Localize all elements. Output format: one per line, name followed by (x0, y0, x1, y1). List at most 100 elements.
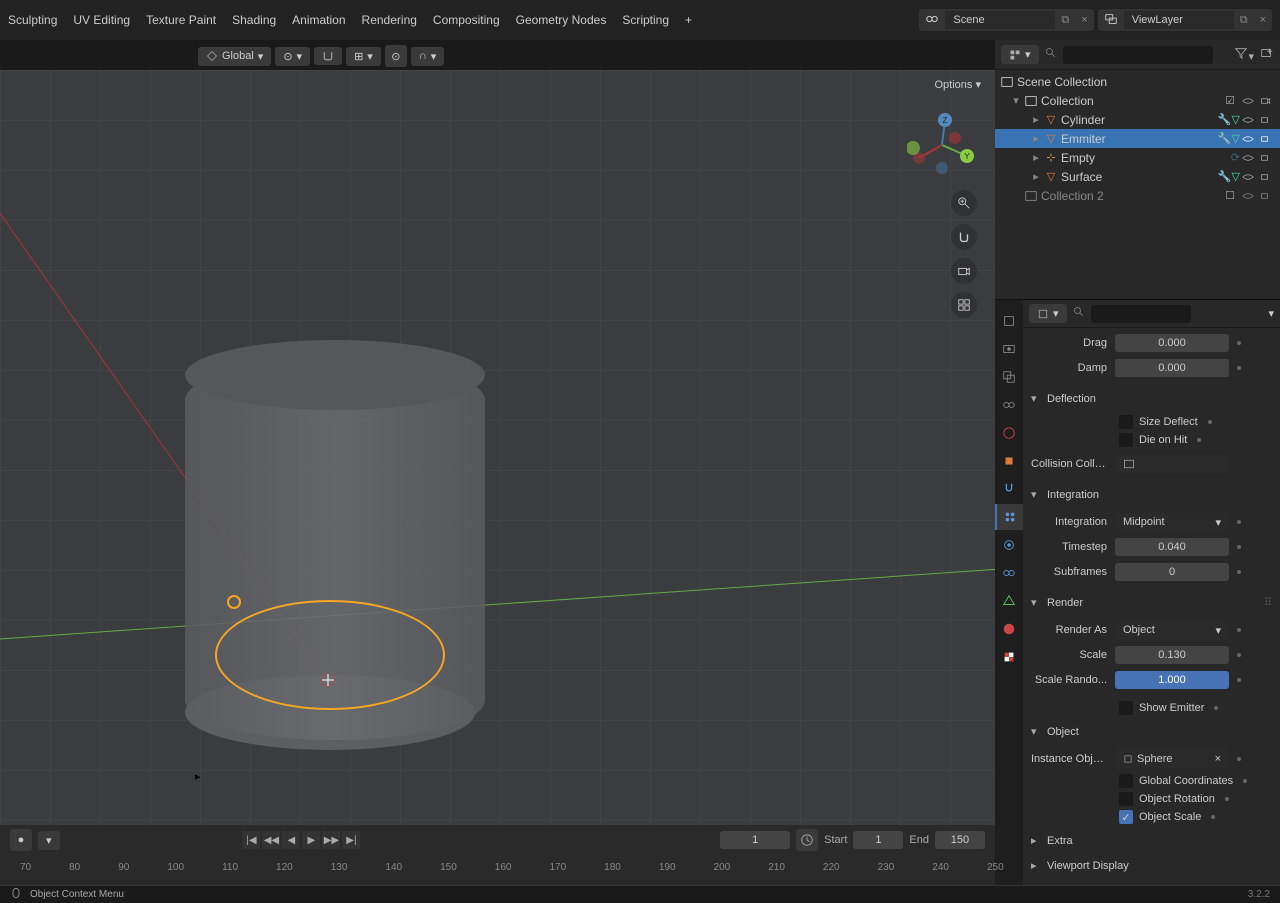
instance-object-dropdown[interactable]: Sphere × (1115, 750, 1229, 768)
camera-icon[interactable] (1258, 169, 1274, 185)
zoom-button[interactable] (951, 190, 977, 216)
scene-copy-button[interactable]: ⧉ (1055, 14, 1075, 27)
scene-close-button[interactable]: × (1075, 14, 1093, 26)
eye-icon[interactable] (1240, 131, 1256, 147)
tab-geometry-nodes[interactable]: Geometry Nodes (516, 9, 607, 31)
outliner-search-input[interactable] (1063, 46, 1213, 64)
scale-input[interactable] (1115, 646, 1229, 664)
drag-handle-icon[interactable]: ⠿ (1264, 596, 1272, 609)
data-icon[interactable]: ▽ (1232, 113, 1240, 126)
deflection-panel-header[interactable]: ▾ Deflection (1023, 386, 1280, 411)
collision-collection-dropdown[interactable] (1115, 455, 1229, 473)
animate-dot[interactable] (1197, 438, 1201, 442)
camera-icon[interactable] (1258, 131, 1274, 147)
prop-tab-physics[interactable] (995, 532, 1023, 558)
properties-search-input[interactable] (1091, 305, 1191, 323)
pan-button[interactable] (951, 224, 977, 250)
3d-viewport[interactable]: Options ▾ ▸ Y (0, 70, 995, 825)
viewport-display-panel-header[interactable]: ▸ Viewport Display (1023, 853, 1280, 878)
modifier-icon[interactable]: 🔧 (1218, 132, 1232, 145)
tab-shading[interactable]: Shading (232, 9, 276, 31)
preview-range-button[interactable] (796, 829, 818, 851)
checkbox-icon[interactable]: ☐ (1222, 188, 1238, 204)
scale-random-input[interactable] (1115, 671, 1229, 689)
keying-dropdown[interactable]: ▾ (38, 831, 60, 850)
animate-dot[interactable] (1237, 341, 1241, 345)
tab-uv-editing[interactable]: UV Editing (73, 9, 130, 31)
prop-tab-world[interactable] (995, 420, 1023, 446)
animate-dot[interactable] (1237, 366, 1241, 370)
tree-collection-2[interactable]: Collection 2 ☐ (995, 186, 1280, 205)
modifier-icon[interactable]: 🔧 (1218, 113, 1232, 126)
jump-end-button[interactable]: ▶| (342, 831, 360, 849)
viewlayer-close-button[interactable]: × (1254, 14, 1272, 26)
tree-scene-collection[interactable]: Scene Collection (995, 72, 1280, 91)
prop-tab-output[interactable] (995, 336, 1023, 362)
prop-tab-modifier[interactable] (995, 476, 1023, 502)
prop-tab-render[interactable] (995, 308, 1023, 334)
jump-next-key-button[interactable]: ▶▶ (322, 831, 340, 849)
die-on-hit-checkbox[interactable] (1119, 433, 1133, 447)
tree-item-empty[interactable]: ▸ ⊹ Empty ⟳ (995, 148, 1280, 167)
camera-icon[interactable] (1258, 112, 1274, 128)
size-deflect-checkbox[interactable] (1119, 415, 1133, 429)
eye-icon[interactable] (1240, 112, 1256, 128)
tab-compositing[interactable]: Compositing (433, 9, 500, 31)
animate-dot[interactable] (1237, 628, 1241, 632)
play-button[interactable]: ▶ (302, 831, 320, 849)
selected-emitter-circle[interactable] (215, 600, 445, 710)
tree-item-cylinder[interactable]: ▸ ▽ Cylinder 🔧 ▽ (995, 110, 1280, 129)
end-frame-input[interactable]: 150 (935, 831, 985, 849)
animate-dot[interactable] (1237, 653, 1241, 657)
animate-dot[interactable] (1243, 779, 1247, 783)
scene-name-input[interactable] (945, 11, 1055, 29)
tab-scripting[interactable]: Scripting (622, 9, 669, 31)
viewlayer-copy-button[interactable]: ⧉ (1234, 14, 1254, 27)
perspective-toggle-button[interactable] (951, 292, 977, 318)
tab-sculpting[interactable]: Sculpting (8, 9, 57, 31)
tree-item-surface[interactable]: ▸ ▽ Surface 🔧 ▽ (995, 167, 1280, 186)
animate-dot[interactable] (1237, 520, 1241, 524)
prop-tab-scene[interactable] (995, 392, 1023, 418)
clear-button[interactable]: × (1215, 753, 1221, 765)
jump-start-button[interactable]: |◀ (242, 831, 260, 849)
drag-input[interactable] (1115, 334, 1229, 352)
camera-icon[interactable] (1258, 188, 1274, 204)
animate-dot[interactable] (1237, 545, 1241, 549)
prop-tab-viewlayer[interactable] (995, 364, 1023, 390)
eye-icon[interactable] (1240, 188, 1256, 204)
outliner-display-dropdown[interactable]: ▾ (1001, 45, 1039, 64)
tab-animation[interactable]: Animation (292, 9, 345, 31)
constraint-icon[interactable]: ⟳ (1231, 151, 1240, 164)
tab-rendering[interactable]: Rendering (362, 9, 417, 31)
data-icon[interactable]: ▽ (1232, 170, 1240, 183)
prop-tab-material[interactable] (995, 616, 1023, 642)
integration-panel-header[interactable]: ▾ Integration (1023, 482, 1280, 507)
prop-tab-particles[interactable] (995, 504, 1023, 530)
prop-tab-data[interactable] (995, 588, 1023, 614)
mesh-cylinder[interactable] (185, 340, 485, 750)
animate-dot[interactable] (1237, 757, 1241, 761)
modifier-icon[interactable]: 🔧 (1218, 170, 1232, 183)
checkbox-icon[interactable]: ☑ (1222, 93, 1238, 109)
camera-icon[interactable] (1258, 150, 1274, 166)
nav-gizmo[interactable]: Y Z (907, 110, 977, 180)
scene-selector[interactable]: ⧉ × (919, 9, 1093, 31)
camera-icon[interactable] (1258, 93, 1274, 109)
tree-item-emitter[interactable]: ▸ ▽ Emmiter 🔧 ▽ (995, 129, 1280, 148)
options-dropdown[interactable]: ▾ (1268, 307, 1274, 320)
start-frame-input[interactable]: 1 (853, 831, 903, 849)
viewlayer-name-input[interactable] (1124, 11, 1234, 29)
animate-dot[interactable] (1214, 706, 1218, 710)
tree-collection[interactable]: ▾ Collection ☑ (995, 91, 1280, 110)
animate-dot[interactable] (1211, 815, 1215, 819)
expand-icon[interactable]: ▸ (1029, 132, 1043, 145)
add-workspace-button[interactable]: + (685, 9, 692, 31)
object-scale-checkbox[interactable]: ✓ (1119, 810, 1133, 824)
damp-input[interactable] (1115, 359, 1229, 377)
global-coords-checkbox[interactable] (1119, 774, 1133, 788)
expand-icon[interactable]: ▾ (1009, 94, 1023, 107)
tab-texture-paint[interactable]: Texture Paint (146, 9, 216, 31)
new-collection-button[interactable] (1260, 46, 1274, 63)
integration-dropdown[interactable]: Midpoint▾ (1115, 513, 1229, 532)
